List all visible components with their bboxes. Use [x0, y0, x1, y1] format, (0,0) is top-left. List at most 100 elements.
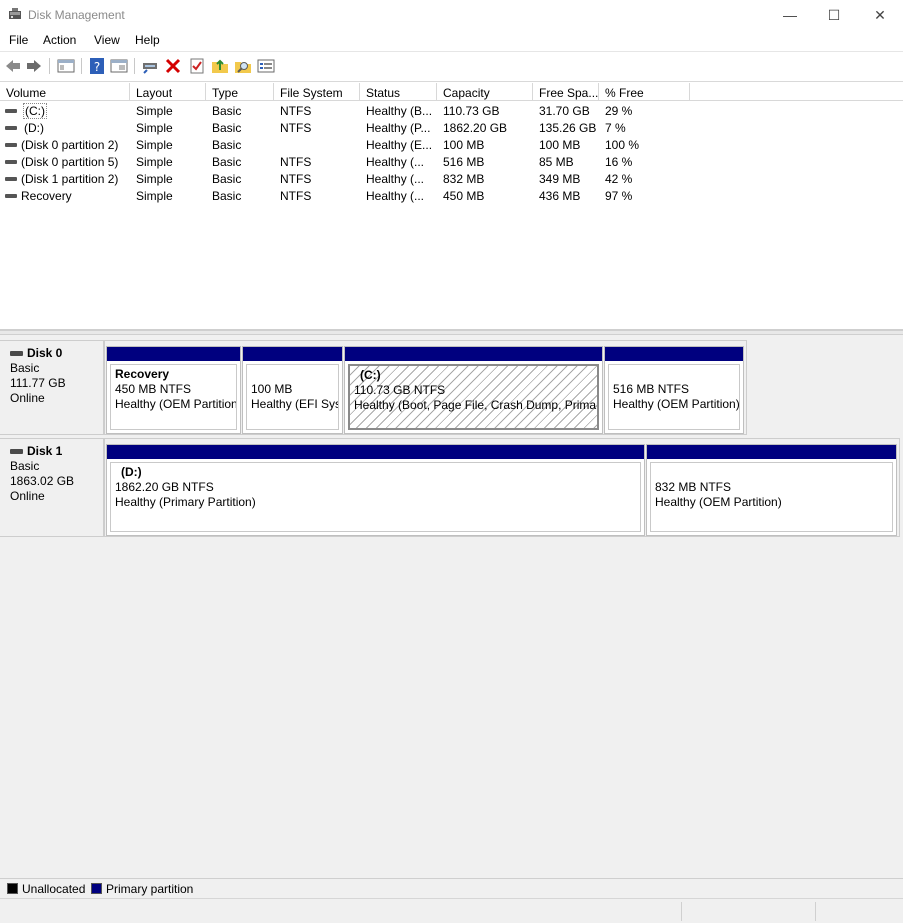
primary-partition-bar	[345, 347, 602, 361]
free-space-cell: 436 MB	[539, 189, 581, 203]
partition-oem-disk1[interactable]: 832 MB NTFS Healthy (OEM Partition)	[646, 444, 897, 536]
volume-icon	[5, 109, 17, 113]
free-space-cell: 349 MB	[539, 172, 581, 186]
help-icon[interactable]: ?	[88, 57, 106, 75]
title-bar: Disk Management — ☐ ✕	[0, 0, 903, 30]
menu-view[interactable]: View	[94, 33, 120, 47]
disk-1-partitions: (D:) 1862.20 GB NTFS Healthy (Primary Pa…	[104, 438, 900, 537]
legend-unallocated: Unallocated	[22, 882, 86, 896]
menu-file[interactable]: File	[9, 33, 28, 47]
svg-text:?: ?	[94, 60, 100, 74]
status-cell: Healthy (...	[366, 172, 425, 186]
table-row[interactable]: Recovery Simple Basic NTFS Healthy (... …	[0, 188, 903, 205]
type-cell: Basic	[212, 189, 242, 203]
search-folder-icon[interactable]	[234, 57, 252, 75]
layout-cell: Simple	[136, 189, 173, 203]
check-icon[interactable]	[188, 57, 206, 75]
minimize-button[interactable]: —	[767, 0, 813, 30]
delete-icon[interactable]	[164, 57, 182, 75]
free-space-cell: 31.70 GB	[539, 104, 590, 118]
partition-details: (D:) 1862.20 GB NTFS Healthy (Primary Pa…	[110, 462, 641, 532]
table-row[interactable]: (Disk 0 partition 5) Simple Basic NTFS H…	[0, 154, 903, 171]
connect-icon[interactable]	[141, 57, 159, 75]
partition-name	[613, 367, 735, 382]
back-icon[interactable]	[4, 57, 22, 75]
primary-partition-bar	[243, 347, 342, 361]
maximize-button[interactable]: ☐	[811, 0, 857, 30]
percent-free-cell: 42 %	[605, 172, 633, 186]
partition-size: 832 MB NTFS	[655, 480, 732, 494]
list-icon[interactable]	[257, 57, 275, 75]
volume-icon	[5, 160, 17, 164]
disk-name: Disk 0	[27, 346, 63, 360]
partition-status: Healthy (EFI System Partition)	[251, 397, 338, 411]
disk-0-label[interactable]: Disk 0 Basic 111.77 GB Online	[0, 340, 104, 435]
status-cell: Healthy (...	[366, 155, 425, 169]
status-pane	[681, 902, 815, 921]
properties-icon[interactable]	[110, 57, 128, 75]
partition-d-drive[interactable]: (D:) 1862.20 GB NTFS Healthy (Primary Pa…	[106, 444, 645, 536]
partition-size: 450 MB NTFS	[115, 382, 192, 396]
column-header-type[interactable]: Type	[206, 83, 274, 101]
status-cell: Healthy (E...	[366, 138, 433, 152]
column-header-free-space[interactable]: Free Spa...	[533, 83, 599, 101]
column-header-status[interactable]: Status	[360, 83, 437, 101]
primary-partition-swatch	[91, 883, 102, 894]
disk-0-partitions: Recovery 450 MB NTFS Healthy (OEM Partit…	[104, 340, 747, 435]
partition-efi[interactable]: 100 MB Healthy (EFI System Partition)	[242, 346, 343, 434]
toolbar-separator	[49, 58, 50, 74]
percent-free-cell: 97 %	[605, 189, 633, 203]
disk-type: Basic	[10, 459, 40, 473]
partition-c-drive[interactable]: (C:) 110.73 GB NTFS Healthy (Boot, Page …	[344, 346, 603, 434]
volume-icon	[5, 177, 17, 181]
table-row[interactable]: (Disk 0 partition 2) Simple Basic Health…	[0, 137, 903, 154]
percent-free-cell: 16 %	[605, 155, 633, 169]
partition-oem-disk0[interactable]: 516 MB NTFS Healthy (OEM Partition)	[604, 346, 744, 434]
legend-primary-partition: Primary partition	[106, 882, 194, 896]
open-folder-icon[interactable]	[211, 57, 229, 75]
column-header-percent-free[interactable]: % Free	[599, 83, 690, 101]
graphical-disk-view: Disk 0 Basic 111.77 GB Online Recovery 4…	[0, 335, 903, 878]
console-tree-icon[interactable]	[57, 57, 75, 75]
file-system-cell: NTFS	[280, 121, 312, 135]
partition-size: 100 MB	[251, 382, 293, 396]
primary-partition-bar	[107, 347, 240, 361]
table-row[interactable]: (Disk 1 partition 2) Simple Basic NTFS H…	[0, 171, 903, 188]
type-cell: Basic	[212, 104, 242, 118]
table-row[interactable]: (C:) Simple Basic NTFS Healthy (B... 110…	[0, 103, 903, 120]
volume-icon	[5, 143, 17, 147]
type-cell: Basic	[212, 155, 242, 169]
volume-name: (D:)	[24, 121, 44, 135]
volume-name: (C:)	[23, 103, 47, 119]
partition-status: Healthy (OEM Partition)	[655, 495, 782, 509]
disk-icon	[10, 449, 23, 454]
capacity-cell: 100 MB	[443, 138, 485, 152]
disk-1-label[interactable]: Disk 1 Basic 1863.02 GB Online	[0, 438, 104, 537]
partition-size: 1862.20 GB NTFS	[115, 480, 214, 494]
column-header-layout[interactable]: Layout	[130, 83, 206, 101]
menu-action[interactable]: Action	[43, 33, 76, 47]
column-header-volume[interactable]: Volume	[0, 83, 130, 101]
free-space-cell: 100 MB	[539, 138, 581, 152]
file-system-cell: NTFS	[280, 172, 312, 186]
disk-status: Online	[10, 489, 45, 503]
primary-partition-bar	[605, 347, 743, 361]
volume-icon	[5, 194, 17, 198]
forward-icon[interactable]	[25, 57, 43, 75]
partition-size: 110.73 GB NTFS	[354, 383, 446, 397]
status-cell: Healthy (B...	[366, 104, 433, 118]
legend-bar: Unallocated Primary partition	[0, 878, 903, 898]
window-title: Disk Management	[28, 8, 125, 22]
column-header-file-system[interactable]: File System	[274, 83, 360, 101]
partition-name: (D:)	[121, 465, 142, 479]
close-button[interactable]: ✕	[857, 0, 903, 30]
volume-name: (Disk 1 partition 2)	[21, 172, 119, 186]
menu-help[interactable]: Help	[135, 33, 160, 47]
volume-list[interactable]: Volume Layout Type File System Status Ca…	[0, 83, 903, 330]
layout-cell: Simple	[136, 104, 173, 118]
column-header-capacity[interactable]: Capacity	[437, 83, 533, 101]
table-row[interactable]: (D:) Simple Basic NTFS Healthy (P... 186…	[0, 120, 903, 137]
partition-recovery[interactable]: Recovery 450 MB NTFS Healthy (OEM Partit…	[106, 346, 241, 434]
percent-free-cell: 7 %	[605, 121, 626, 135]
partition-name: Recovery	[115, 367, 170, 381]
